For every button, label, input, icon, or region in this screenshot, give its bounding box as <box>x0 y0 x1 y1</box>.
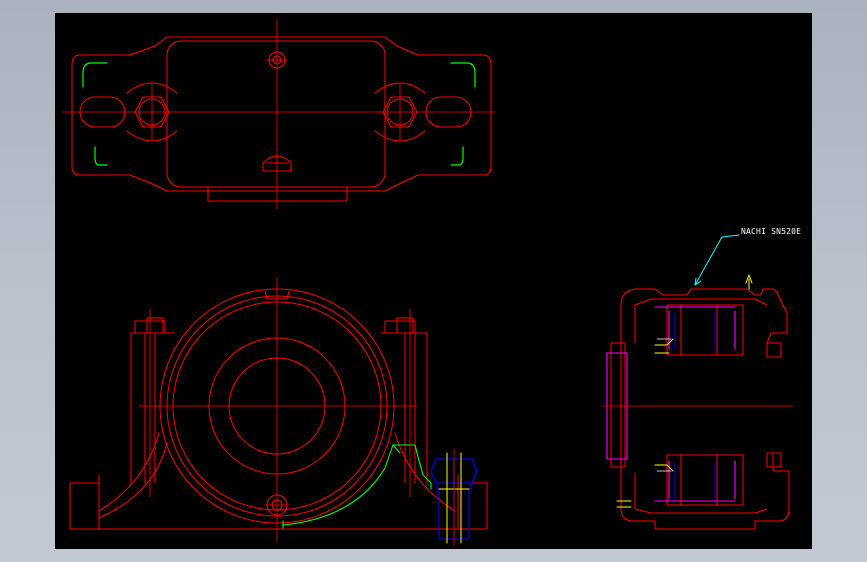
side-section-white <box>656 338 672 472</box>
cad-drawing <box>62 18 794 546</box>
front-view-centerlines <box>138 277 418 542</box>
drawing-canvas[interactable]: NACHI SN520E <box>55 13 812 549</box>
top-view <box>71 36 492 202</box>
front-view <box>69 288 488 530</box>
top-view-centerlines <box>62 18 496 210</box>
side-section-yellow <box>616 274 753 508</box>
part-callout-label: NACHI SN520E <box>741 227 802 236</box>
side-section-magenta <box>606 306 736 502</box>
front-view-green-section <box>282 444 432 529</box>
side-section-view <box>610 288 790 530</box>
callout-leader <box>694 234 740 286</box>
